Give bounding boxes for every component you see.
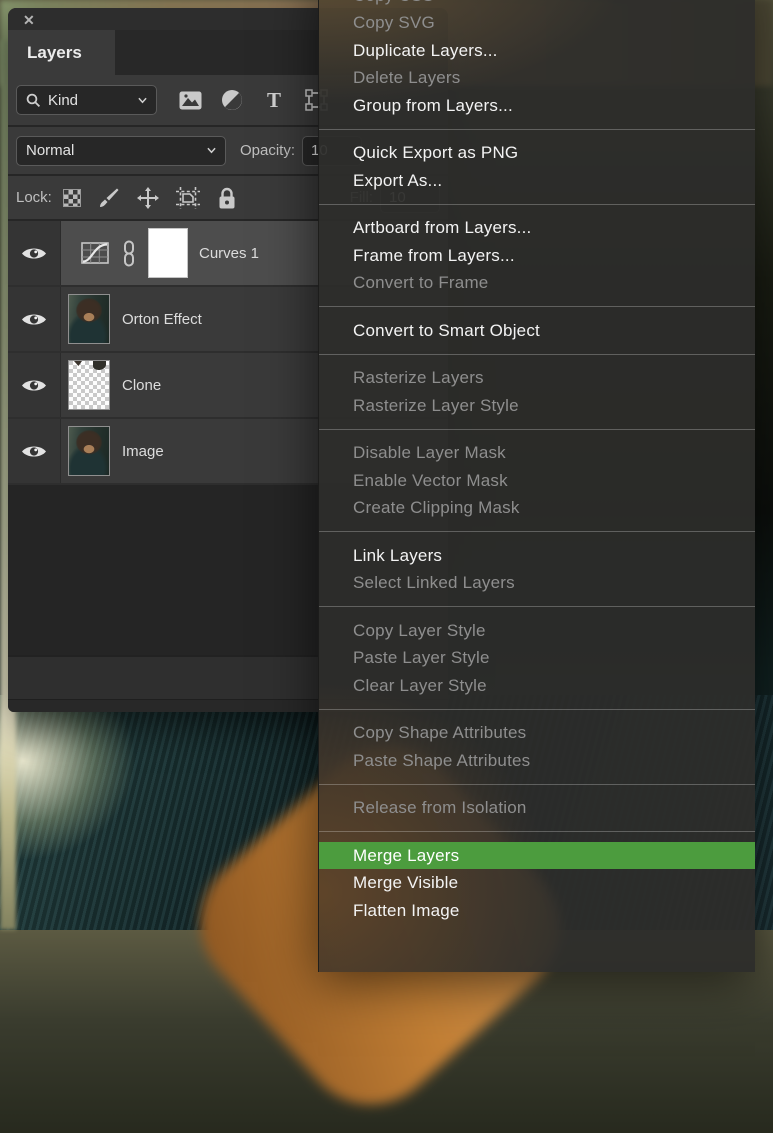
menu-item-frame-from-layers[interactable]: Frame from Layers...	[319, 242, 755, 270]
menu-item-copy-layer-style[interactable]: Copy Layer Style	[319, 617, 755, 645]
menu-section: Convert to Smart Object	[319, 306, 755, 354]
lock-icon-group	[63, 187, 237, 209]
menu-item-group-from-layers[interactable]: Group from Layers...	[319, 92, 755, 120]
kind-filter-dropdown[interactable]: Kind	[16, 85, 157, 115]
lock-transparency-icon[interactable]	[63, 189, 81, 207]
filter-icon-group: T	[178, 88, 328, 112]
filter-pixel-layers-icon[interactable]	[178, 88, 202, 112]
kind-filter-label: Kind	[48, 92, 131, 109]
layer-visibility-toggle[interactable]	[8, 221, 61, 285]
menu-item-select-linked-layers[interactable]: Select Linked Layers	[319, 569, 755, 597]
menu-item-export-as[interactable]: Export As...	[319, 167, 755, 195]
layer-visibility-toggle[interactable]	[8, 353, 61, 417]
lock-paint-icon[interactable]	[98, 187, 120, 209]
menu-item-clear-layer-style[interactable]: Clear Layer Style	[319, 672, 755, 700]
layer-name: Curves 1	[199, 245, 259, 262]
filter-adjustment-layers-icon[interactable]	[220, 88, 244, 112]
chevron-down-icon	[207, 146, 216, 155]
adjustment-icon-group	[81, 229, 187, 277]
menu-item-duplicate-layers[interactable]: Duplicate Layers...	[319, 37, 755, 65]
layer-thumbnail[interactable]	[68, 426, 110, 476]
layer-thumbnail[interactable]	[68, 294, 110, 344]
lock-artboard-icon[interactable]	[176, 187, 200, 209]
menu-item-convert-to-frame[interactable]: Convert to Frame	[319, 269, 755, 297]
lock-all-icon[interactable]	[217, 187, 237, 209]
eye-icon	[21, 246, 47, 261]
menu-item-copy-shape-attributes[interactable]: Copy Shape Attributes	[319, 719, 755, 747]
filter-type-layers-icon[interactable]: T	[262, 88, 286, 112]
menu-item-paste-shape-attributes[interactable]: Paste Shape Attributes	[319, 747, 755, 775]
menu-item-quick-export-as-png[interactable]: Quick Export as PNG	[319, 139, 755, 167]
menu-section: Rasterize LayersRasterize Layer Style	[319, 354, 755, 429]
menu-item-artboard-from-layers[interactable]: Artboard from Layers...	[319, 214, 755, 242]
eye-icon	[21, 312, 47, 327]
menu-item-flatten-image[interactable]: Flatten Image	[319, 897, 755, 925]
menu-item-convert-to-smart-object[interactable]: Convert to Smart Object	[319, 317, 755, 345]
menu-item-delete-layers[interactable]: Delete Layers	[319, 64, 755, 92]
lock-position-icon[interactable]	[137, 187, 159, 209]
menu-item-link-layers[interactable]: Link Layers	[319, 542, 755, 570]
eye-icon	[21, 444, 47, 459]
menu-item-merge-layers[interactable]: Merge Layers	[319, 842, 755, 870]
layer-thumbnail[interactable]	[68, 360, 110, 410]
menu-section: Copy CSSCopy SVGDuplicate Layers...Delet…	[319, 0, 755, 129]
opacity-label: Opacity:	[240, 142, 295, 159]
menu-section: Disable Layer MaskEnable Vector MaskCrea…	[319, 429, 755, 532]
menu-section: Copy Layer StylePaste Layer StyleClear L…	[319, 606, 755, 709]
menu-section: Artboard from Layers...Frame from Layers…	[319, 204, 755, 307]
close-icon[interactable]: ✕	[23, 13, 35, 27]
eye-icon	[21, 378, 47, 393]
layer-mask-thumbnail[interactable]	[149, 229, 187, 277]
blend-mode-dropdown[interactable]: Normal	[16, 136, 226, 166]
menu-section: Release from Isolation	[319, 784, 755, 832]
lock-label: Lock:	[16, 189, 52, 206]
menu-item-disable-layer-mask[interactable]: Disable Layer Mask	[319, 439, 755, 467]
curves-adjustment-icon[interactable]	[81, 242, 109, 264]
menu-item-create-clipping-mask[interactable]: Create Clipping Mask	[319, 494, 755, 522]
menu-item-enable-vector-mask[interactable]: Enable Vector Mask	[319, 467, 755, 495]
search-icon	[26, 93, 41, 108]
layer-visibility-toggle[interactable]	[8, 419, 61, 483]
mask-link-icon	[122, 240, 136, 267]
tab-layers[interactable]: Layers	[8, 30, 115, 75]
menu-item-copy-svg[interactable]: Copy SVG	[319, 9, 755, 37]
menu-item-rasterize-layer-style[interactable]: Rasterize Layer Style	[319, 392, 755, 420]
menu-section: Link LayersSelect Linked Layers	[319, 531, 755, 606]
menu-section: Quick Export as PNGExport As...	[319, 129, 755, 204]
layer-name: Image	[122, 443, 164, 460]
menu-item-merge-visible[interactable]: Merge Visible	[319, 869, 755, 897]
menu-item-release-from-isolation[interactable]: Release from Isolation	[319, 794, 755, 822]
chevron-down-icon	[138, 96, 147, 105]
layer-name: Orton Effect	[122, 311, 202, 328]
menu-item-paste-layer-style[interactable]: Paste Layer Style	[319, 644, 755, 672]
layer-name: Clone	[122, 377, 161, 394]
layer-visibility-toggle[interactable]	[8, 287, 61, 351]
blend-mode-value: Normal	[26, 142, 207, 159]
menu-item-copy-css[interactable]: Copy CSS	[319, 0, 755, 9]
context-menu: Copy CSSCopy SVGDuplicate Layers...Delet…	[318, 0, 755, 972]
menu-section: Copy Shape AttributesPaste Shape Attribu…	[319, 709, 755, 784]
menu-item-rasterize-layers[interactable]: Rasterize Layers	[319, 364, 755, 392]
menu-section: Merge LayersMerge VisibleFlatten Image	[319, 831, 755, 934]
tab-layers-label: Layers	[27, 43, 82, 63]
